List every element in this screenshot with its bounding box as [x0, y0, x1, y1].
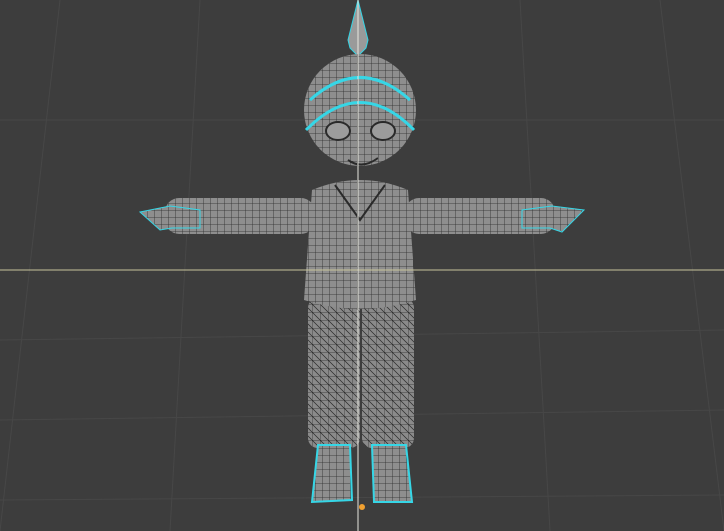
origin-point[interactable] [359, 504, 365, 510]
right-leg [362, 298, 414, 448]
character-mesh[interactable] [138, 0, 586, 504]
left-hand [138, 205, 201, 231]
left-eye [325, 121, 351, 141]
right-eye [370, 121, 396, 141]
viewport-canvas[interactable] [0, 0, 724, 531]
torso [304, 180, 416, 309]
left-leg [308, 298, 360, 448]
right-hand [521, 205, 586, 233]
right-boot [370, 444, 414, 503]
left-boot [310, 444, 354, 504]
3d-viewport[interactable] [0, 0, 724, 531]
head [304, 54, 416, 166]
